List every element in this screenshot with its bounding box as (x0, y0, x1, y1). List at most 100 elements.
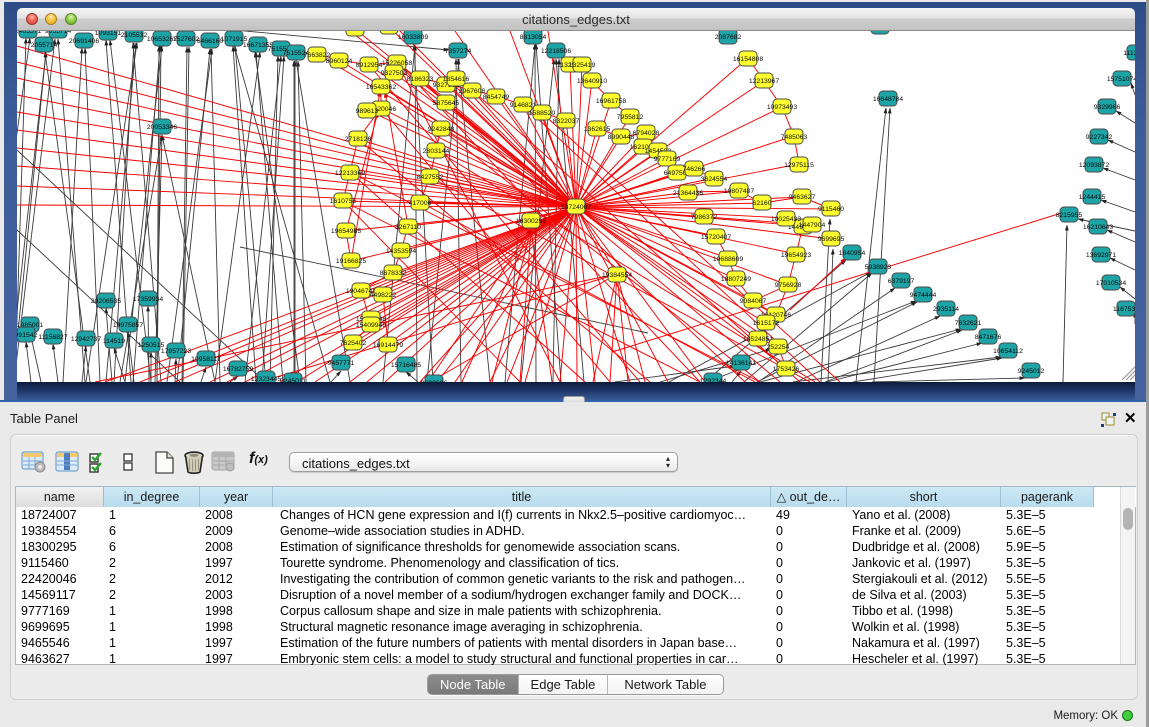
svg-text:11156827: 11156827 (38, 334, 67, 341)
svg-text:8990448: 8990448 (608, 134, 635, 141)
svg-text:7485063: 7485063 (781, 134, 808, 141)
svg-text:9115460: 9115460 (818, 206, 844, 213)
svg-text:17957223: 17957223 (161, 348, 191, 355)
svg-text:4498222: 4498222 (370, 292, 397, 299)
svg-text:2087682: 2087682 (715, 34, 742, 41)
svg-text:1447904: 1447904 (799, 222, 826, 229)
svg-text:114519: 114519 (103, 338, 125, 345)
svg-text:6379197: 6379197 (888, 278, 915, 285)
svg-text:10654112: 10654112 (993, 348, 1023, 355)
svg-text:8813054: 8813054 (520, 34, 547, 41)
svg-text:16648784: 16648784 (873, 96, 903, 103)
svg-text:1405571: 1405571 (17, 31, 41, 35)
svg-text:20206535: 20206535 (91, 298, 121, 305)
svg-text:1362615: 1362615 (584, 126, 611, 133)
svg-text:12942737: 12942737 (71, 336, 101, 343)
svg-text:10807487: 10807487 (724, 188, 754, 195)
svg-text:2935114: 2935114 (933, 306, 959, 313)
svg-text:2105532: 2105532 (121, 32, 148, 39)
svg-text:9474444: 9474444 (910, 292, 937, 299)
svg-text:9227342: 9227342 (1086, 134, 1113, 141)
svg-text:1112437: 1112437 (1123, 50, 1135, 57)
svg-text:989613: 989613 (356, 108, 379, 115)
svg-text:9463627: 9463627 (789, 194, 816, 201)
svg-text:18807249: 18807249 (721, 276, 751, 283)
svg-text:20691406: 20691406 (69, 38, 99, 45)
svg-text:17359934: 17359934 (133, 296, 163, 303)
svg-text:1610755: 1610755 (330, 198, 357, 205)
svg-text:10025433: 10025433 (771, 216, 801, 223)
svg-text:2967608: 2967608 (459, 88, 486, 95)
svg-text:5875645: 5875645 (433, 100, 460, 107)
svg-text:12218506: 12218506 (541, 48, 571, 55)
svg-text:252254: 252254 (767, 344, 790, 351)
svg-text:1167534: 1167534 (1113, 306, 1135, 313)
svg-text:1325419: 1325419 (569, 62, 596, 69)
svg-text:1093151: 1093151 (95, 31, 122, 37)
svg-text:14136141: 14136141 (726, 360, 756, 367)
svg-text:9242848: 9242848 (428, 126, 455, 133)
svg-text:19654923: 19654923 (781, 252, 811, 259)
svg-text:9084067: 9084067 (740, 298, 767, 305)
svg-text:20053346: 20053346 (147, 124, 177, 131)
svg-text:15720407: 15720407 (701, 234, 731, 241)
svg-text:18724007: 18724007 (561, 204, 591, 211)
svg-text:10688609: 10688609 (713, 256, 743, 263)
svg-text:62160: 62160 (753, 200, 772, 207)
svg-text:13640910: 13640910 (577, 78, 607, 85)
svg-text:9777169: 9777169 (654, 156, 681, 163)
svg-text:8186323: 8186323 (407, 76, 434, 83)
svg-text:16154808: 16154808 (733, 56, 763, 63)
svg-text:8912954: 8912954 (356, 62, 383, 69)
svg-text:16543362: 16543362 (366, 84, 396, 91)
svg-text:9329966: 9329966 (1094, 104, 1121, 111)
svg-text:2718126: 2718126 (345, 136, 372, 143)
svg-text:15409949: 15409949 (356, 322, 386, 329)
svg-text:19166825: 19166825 (336, 258, 366, 265)
svg-text:3624554: 3624554 (701, 176, 728, 183)
svg-text:746266: 746266 (683, 166, 706, 173)
svg-text:7632621: 7632621 (955, 320, 982, 327)
svg-text:9327503: 9327503 (381, 70, 408, 77)
svg-text:9146821: 9146821 (510, 102, 537, 109)
svg-text:5938923: 5938923 (865, 264, 892, 271)
svg-text:1527602: 1527602 (173, 36, 200, 43)
svg-text:13692971: 13692971 (1086, 252, 1116, 259)
svg-text:8471676: 8471676 (975, 334, 1002, 341)
svg-text:7986372: 7986372 (691, 214, 718, 221)
svg-text:417006: 417006 (409, 200, 432, 207)
svg-text:12975115: 12975115 (784, 162, 814, 169)
svg-text:8960124: 8960124 (326, 58, 353, 65)
svg-text:16782759: 16782759 (223, 366, 253, 373)
svg-text:15751074: 15751074 (1107, 76, 1135, 83)
svg-text:9055714: 9055714 (45, 31, 72, 35)
svg-text:9699695: 9699695 (818, 236, 845, 243)
svg-text:19654985: 19654985 (331, 228, 361, 235)
svg-text:1640954: 1640954 (839, 250, 866, 257)
svg-text:7625402: 7625402 (340, 340, 367, 347)
svg-text:1615172: 1615172 (753, 320, 780, 327)
svg-text:17010534: 17010534 (1096, 280, 1126, 287)
svg-text:1753426: 1753426 (773, 366, 800, 373)
svg-text:8322037: 8322037 (553, 118, 580, 125)
svg-text:8215955: 8215955 (1056, 212, 1083, 219)
svg-text:9457771: 9457771 (328, 360, 355, 367)
svg-text:2803144: 2803144 (423, 148, 450, 155)
svg-text:16914479: 16914479 (373, 342, 403, 349)
svg-text:8427552: 8427552 (417, 174, 444, 181)
svg-text:15716485: 15716485 (391, 362, 421, 369)
svg-text:12093872: 12093872 (1079, 162, 1109, 169)
svg-text:16210643: 16210643 (1083, 224, 1113, 231)
svg-text:19975857: 19975857 (113, 322, 143, 329)
svg-text:6466160: 6466160 (197, 38, 224, 45)
svg-text:14353594: 14353594 (386, 248, 416, 255)
svg-text:16961758: 16961758 (596, 98, 626, 105)
svg-text:19384554: 19384554 (602, 272, 632, 279)
svg-text:5873685: 5873685 (342, 31, 369, 33)
svg-text:9756928: 9756928 (775, 282, 802, 289)
svg-text:1854616: 1854616 (443, 76, 470, 83)
svg-text:7357274: 7357274 (445, 48, 472, 55)
svg-text:10973493: 10973493 (767, 104, 797, 111)
svg-text:2055714: 2055714 (31, 42, 58, 49)
svg-text:21364436: 21364436 (673, 190, 703, 197)
